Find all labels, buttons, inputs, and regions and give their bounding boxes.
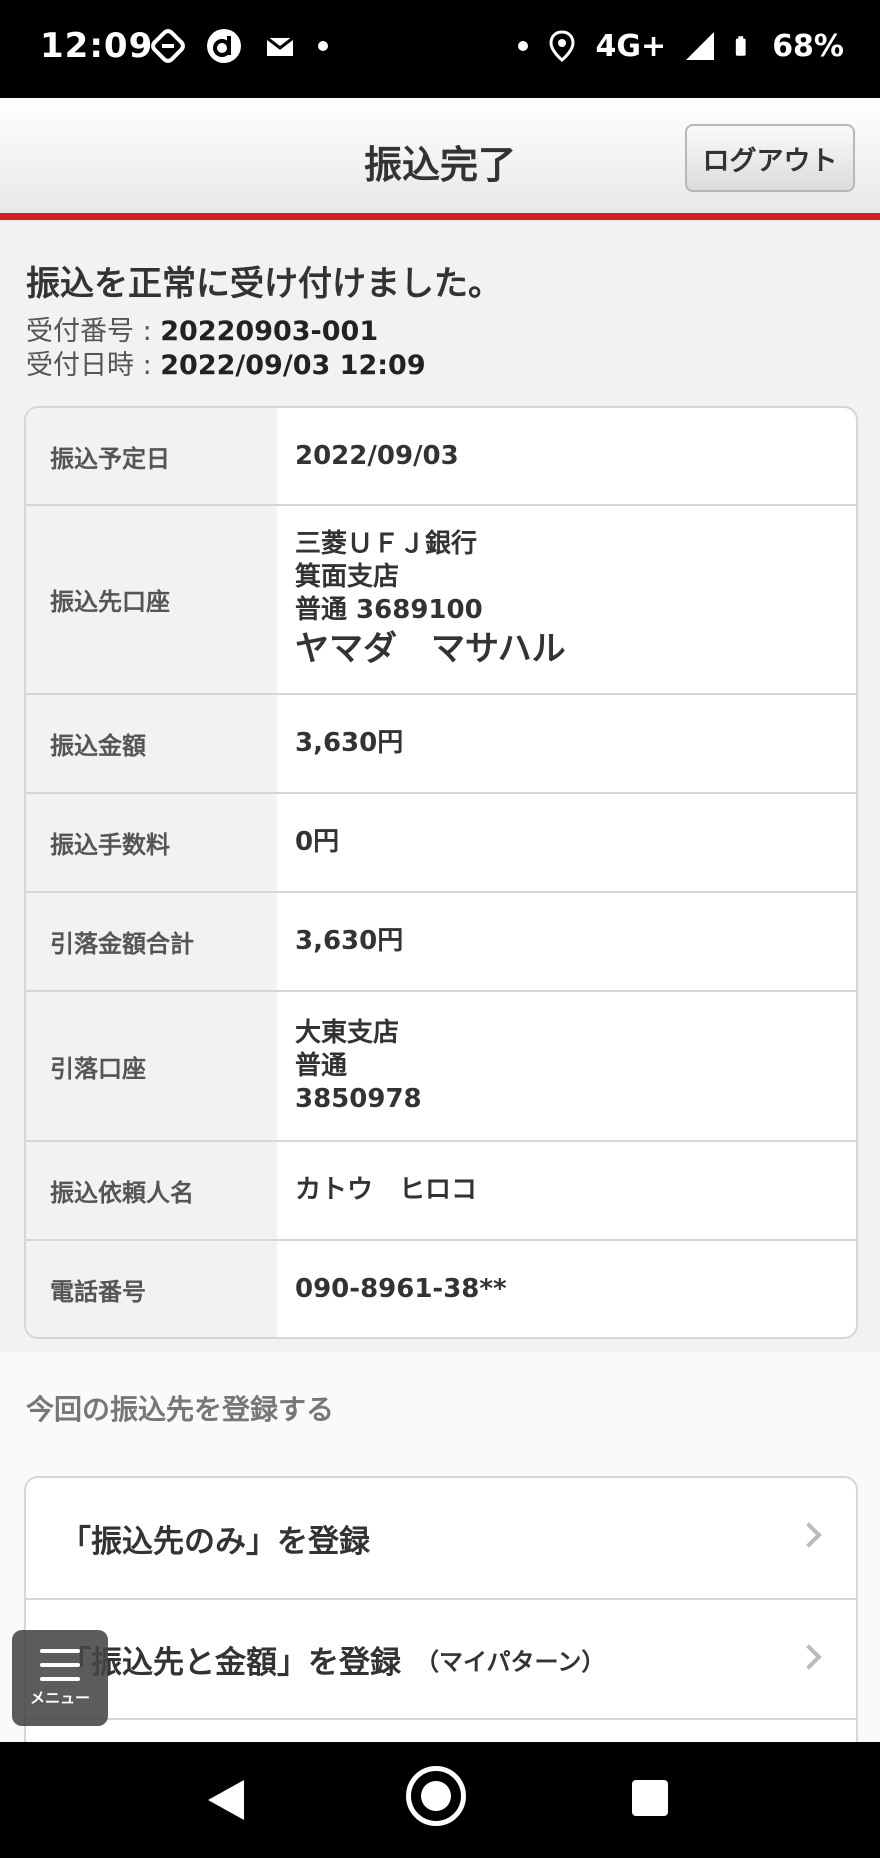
- debit-account-label: 引落口座: [26, 992, 277, 1140]
- page-header: 振込完了 ログアウト: [0, 98, 880, 213]
- receipt-info: 受付番号 : 20220903-001 受付日時 : 2022/09/03 12…: [26, 315, 426, 383]
- phone-label: 電話番号: [26, 1241, 277, 1337]
- signal-icon: [686, 32, 715, 60]
- table-row: 振込予定日 2022/09/03: [26, 408, 856, 504]
- chevron-right-icon: [796, 1644, 822, 1670]
- location-icon: [549, 30, 575, 62]
- status-bar: 12:09 4G+ 68%: [0, 0, 880, 98]
- receipt-number-label: 受付番号 :: [26, 316, 161, 347]
- network-type: 4G+: [595, 28, 667, 64]
- chevron-right-icon: [796, 1522, 822, 1548]
- fee-label: 振込手数料: [26, 794, 277, 891]
- table-row: 振込先口座 三菱ＵＦＪ銀行 箕面支店 普通 3689100 ヤマダ マサハル: [26, 504, 856, 693]
- total-label: 引落金額合計: [26, 893, 277, 990]
- amount-value: 3,630円: [295, 728, 404, 758]
- register-item-label: 「振込先のみ」を登録: [60, 1523, 370, 1560]
- total-value: 3,630円: [295, 926, 404, 956]
- table-row: 電話番号 090-8961-38**: [26, 1239, 856, 1337]
- register-title: 今回の振込先を登録する: [26, 1393, 335, 1426]
- sync-icon: [151, 29, 185, 63]
- logout-button[interactable]: ログアウト: [685, 124, 855, 192]
- destination-label: 振込先口座: [26, 506, 277, 693]
- table-row: 引落金額合計 3,630円: [26, 891, 856, 990]
- battery-level: 68%: [772, 28, 844, 64]
- table-row: 引落口座 大東支店 普通 3850978: [26, 990, 856, 1140]
- recent-apps-icon[interactable]: [632, 1780, 668, 1816]
- debit-number: 3850978: [295, 1083, 422, 1114]
- destination-account: 普通 3689100: [295, 595, 483, 625]
- destination-bank: 三菱ＵＦＪ銀行: [295, 529, 478, 559]
- phone-value: 090-8961-38**: [295, 1273, 507, 1304]
- menu-button[interactable]: メニュー: [12, 1630, 108, 1726]
- destination-holder: ヤマダ マサハル: [295, 629, 566, 669]
- register-destination-only-item[interactable]: 「振込先のみ」を登録: [26, 1478, 856, 1598]
- register-item-sublabel: （マイパターン）: [415, 1647, 606, 1676]
- home-icon[interactable]: [406, 1766, 466, 1826]
- scheduled-date-value: 2022/09/03: [295, 440, 459, 471]
- requester-label: 振込依頼人名: [26, 1142, 277, 1239]
- menu-label: メニュー: [29, 1688, 90, 1707]
- receipt-datetime: 2022/09/03 12:09: [160, 350, 426, 381]
- debit-branch: 大東支店: [295, 1017, 400, 1048]
- status-time: 12:09: [40, 26, 154, 66]
- register-section: 今回の振込先を登録する 「振込先のみ」を登録 「振込先と金額」を登録 （マイパタ…: [0, 1352, 880, 1840]
- back-icon[interactable]: [208, 1780, 244, 1820]
- debit-type: 普通: [295, 1050, 348, 1081]
- scheduled-date-label: 振込予定日: [26, 408, 277, 504]
- hamburger-icon: [40, 1648, 80, 1681]
- notification-dot-icon: [517, 41, 528, 51]
- table-row: 振込金額 3,630円: [26, 693, 856, 792]
- fee-value: 0円: [295, 827, 340, 857]
- table-row: 振込手数料 0円: [26, 792, 856, 891]
- register-item-label: 「振込先と金額」を登録: [60, 1644, 401, 1681]
- receipt-number: 20220903-001: [160, 316, 379, 347]
- battery-icon: [736, 36, 746, 56]
- system-nav-bar: [0, 1742, 880, 1858]
- destination-branch: 箕面支店: [295, 562, 400, 592]
- table-row: 振込依頼人名 カトウ ヒロコ: [26, 1140, 856, 1239]
- mail-icon: [266, 36, 294, 56]
- success-message: 振込を正常に受け付けました。: [26, 264, 502, 304]
- transfer-details-table: 振込予定日 2022/09/03 振込先口座 三菱ＵＦＪ銀行 箕面支店 普通 3…: [24, 406, 858, 1339]
- d-app-icon: [207, 29, 241, 63]
- requester-value: カトウ ヒロコ: [295, 1175, 478, 1205]
- amount-label: 振込金額: [26, 695, 277, 792]
- notification-dot-icon: [318, 41, 328, 51]
- main-content: 振込を正常に受け付けました。 受付番号 : 20220903-001 受付日時 …: [0, 220, 880, 1352]
- receipt-datetime-label: 受付日時 :: [26, 350, 161, 381]
- register-destination-amount-item[interactable]: 「振込先と金額」を登録 （マイパターン）: [26, 1598, 856, 1718]
- header-divider: [0, 213, 880, 220]
